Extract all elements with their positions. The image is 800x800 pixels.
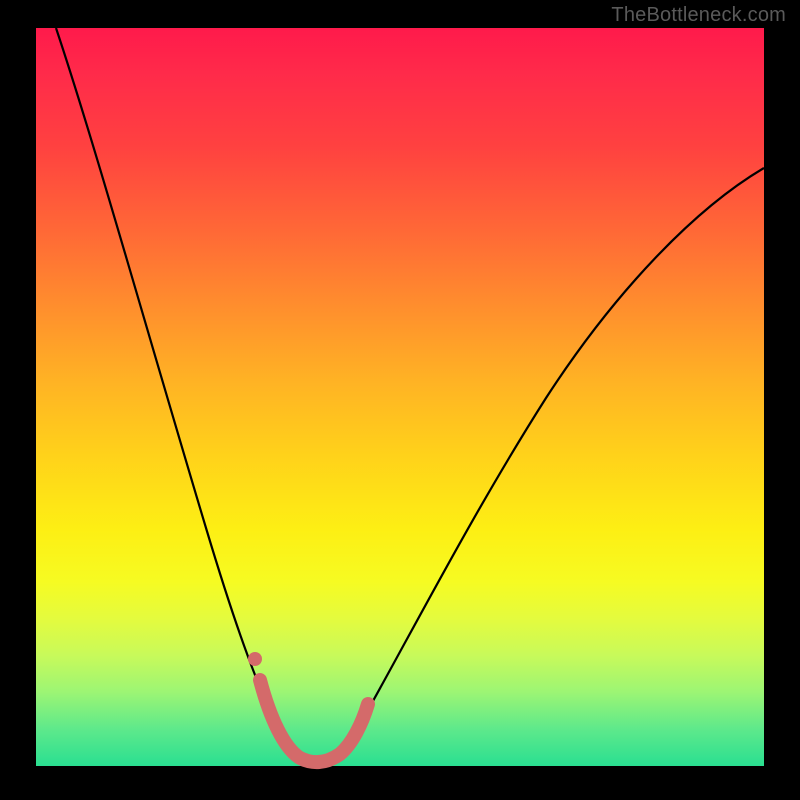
plot-area: [36, 28, 764, 766]
highlight-band: [260, 680, 368, 762]
highlight-dot: [248, 652, 262, 666]
chart-frame: TheBottleneck.com: [0, 0, 800, 800]
curve-layer: [36, 28, 764, 766]
bottleneck-curve: [56, 28, 764, 762]
watermark-label: TheBottleneck.com: [611, 4, 786, 27]
